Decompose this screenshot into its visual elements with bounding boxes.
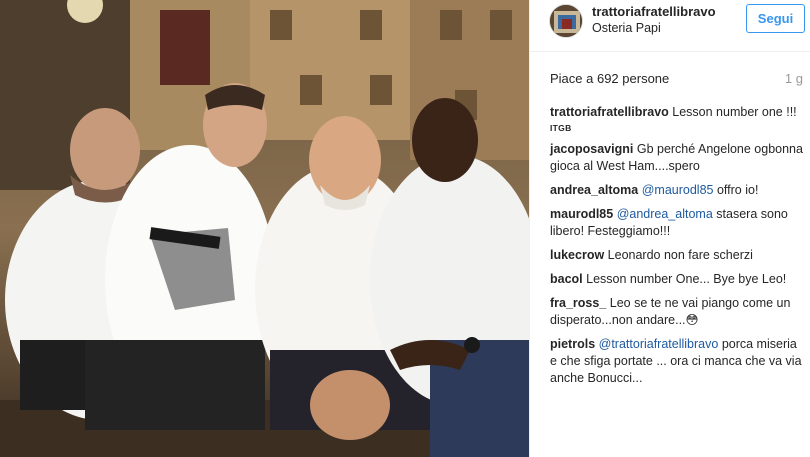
post-header: trattoriafratellibravo Osteria Papi Segu… [530,0,810,52]
post-username[interactable]: trattoriafratellibravo [592,4,716,19]
comment-item: pietrols @trattoriafratellibravo porca m… [550,336,805,387]
likes-count[interactable]: Piace a 692 persone [550,71,669,86]
comment-item: fra_ross_ Leo se te ne vai piango come u… [550,295,805,329]
comment-username[interactable]: pietrols [550,337,595,351]
post-sidebar: trattoriafratellibravo Osteria Papi Segu… [529,0,810,457]
comment-username[interactable]: maurodl85 [550,207,613,221]
follow-button[interactable]: Segui [746,4,805,33]
comment-username[interactable]: jacoposavigni [550,142,633,156]
comment-item: andrea_altoma @maurodl85 offro io! [550,182,805,199]
comment-text: Leonardo non fare scherzi [607,248,753,262]
comment-item: trattoriafratellibravo Lesson number one… [550,104,805,134]
avatar[interactable] [549,4,583,38]
comment-username[interactable]: lukecrow [550,248,604,262]
comment-mention[interactable]: @maurodl85 [642,183,714,197]
comment-item: maurodl85 @andrea_altoma stasera sono li… [550,206,805,240]
comment-text: Lesson number one !!! [672,105,797,119]
comment-text: offro io! [716,183,759,197]
comment-username[interactable]: trattoriafratellibravo [550,105,669,119]
likes-row: Piace a 692 persone 1 g [550,71,803,89]
comment-mention[interactable]: @andrea_altoma [617,207,713,221]
post-photo-image [0,0,529,457]
comment-item: bacol Lesson number One... Bye bye Leo! [550,271,805,288]
comment-item: lukecrow Leonardo non fare scherzi [550,247,805,264]
post-location[interactable]: Osteria Papi [592,21,661,35]
post-photo[interactable] [0,0,529,457]
comment-username[interactable]: fra_ross_ [550,296,606,310]
comment-subtext: ITGB [550,123,572,133]
comment-text: Lesson number One... Bye bye Leo! [586,272,787,286]
comment-mention[interactable]: @trattoriafratellibravo [599,337,719,351]
comments-list: trattoriafratellibravo Lesson number one… [550,104,805,394]
comment-item: jacoposavigni Gb perché Angelone ogbonna… [550,141,805,175]
avatar-image [550,5,582,37]
comment-username[interactable]: andrea_altoma [550,183,638,197]
comment-username[interactable]: bacol [550,272,583,286]
post-time[interactable]: 1 g [785,71,803,86]
